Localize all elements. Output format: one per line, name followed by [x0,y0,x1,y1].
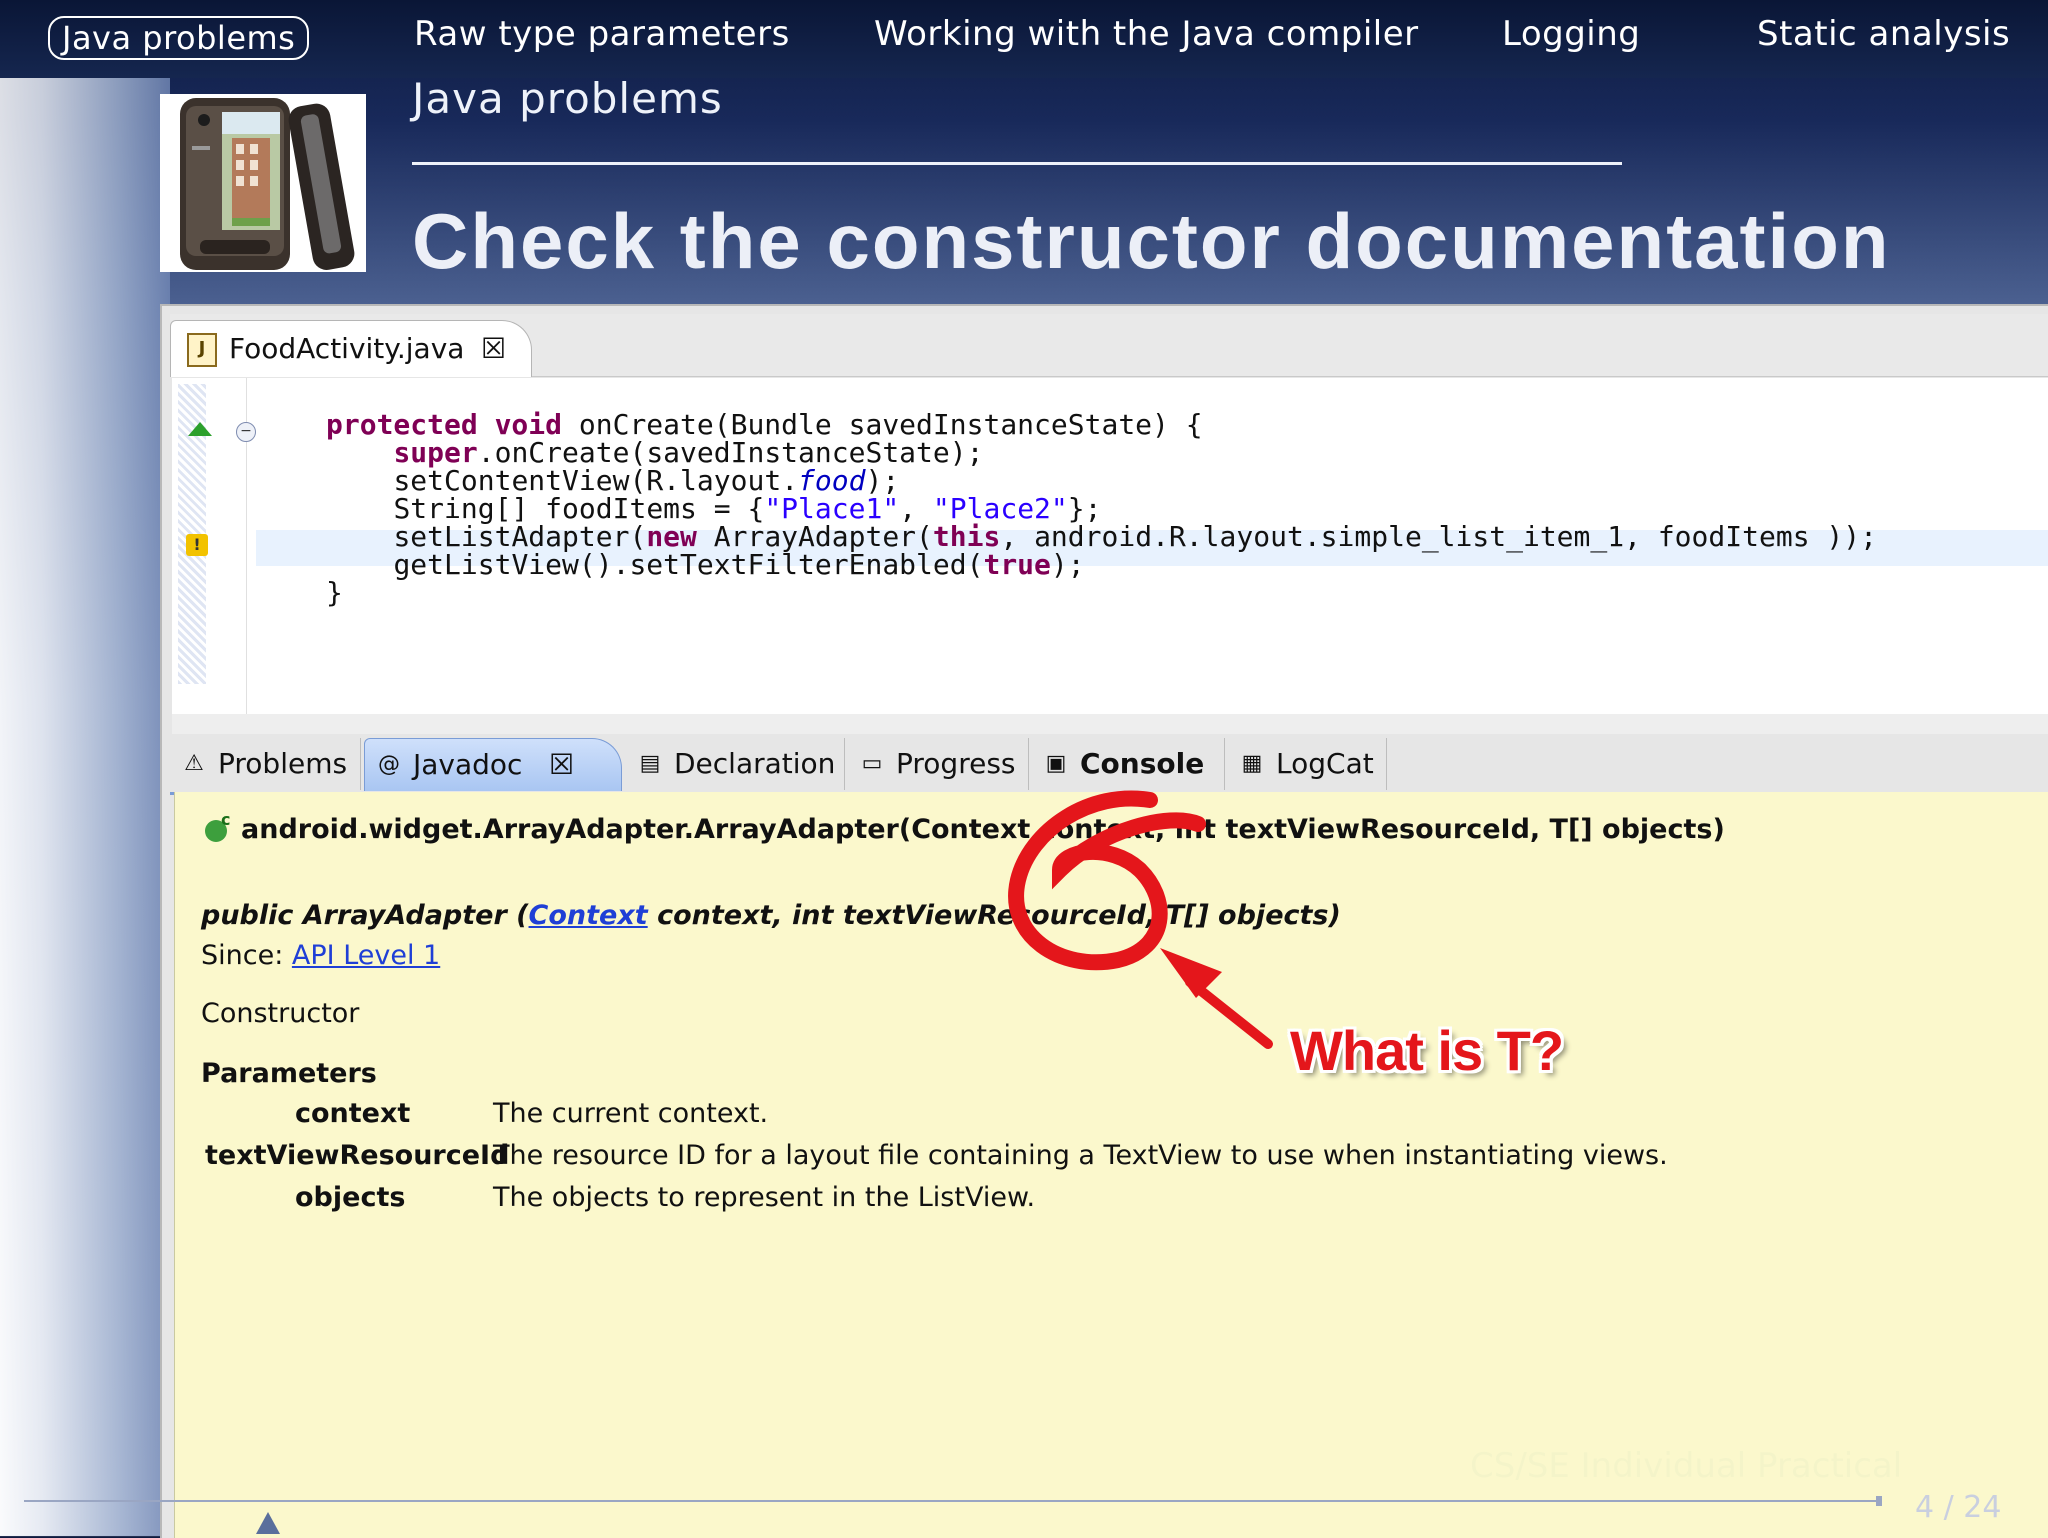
slide-title: Check the constructor documentation [412,197,1891,285]
nav-item-java-compiler[interactable]: Working with the Java compiler [874,14,1419,54]
code-editor[interactable]: − ! protected void onCreate(Bundle saved… [172,378,2048,718]
tab-foodactivity-java[interactable]: J FoodActivity.java ☒ [170,320,532,377]
tab-declaration[interactable]: ▤ Declaration [626,738,845,790]
footer-course-name: CS/SE Individual Practical [1470,1446,1903,1486]
nav-item-raw-type-parameters[interactable]: Raw type parameters [414,14,790,54]
param-description: The objects to represent in the ListView… [493,1182,1036,1213]
member-kind: Constructor [201,998,360,1029]
code-line: getListView().setTextFilterEnabled(true)… [393,548,1085,581]
javadoc-view: c android.widget.ArrayAdapter.ArrayAdapt… [174,792,2048,1538]
context-link[interactable]: Context [529,900,648,931]
left-gradient-band [0,0,170,1536]
footer-position-marker-icon [256,1512,280,1534]
param-description: The current context. [493,1098,769,1129]
tab-javadoc-label: Javadoc [413,748,523,781]
parameters-heading: Parameters [201,1058,377,1089]
tab-console[interactable]: ▣ Console [1032,738,1225,790]
tab-progress-label: Progress [896,747,1016,780]
footer-end-marker [1876,1496,1882,1506]
declaration-suffix: context, int textViewResourceId, T[] obj… [647,900,1341,931]
title-divider [412,162,1622,165]
declaration-icon: ▤ [639,751,661,776]
tab-javadoc[interactable]: @ Javadoc ☒ [364,738,622,791]
console-icon: ▣ [1045,751,1067,776]
footer-page-number: 4 / 24 [1915,1490,2002,1525]
javadoc-declaration: public ArrayAdapter (Context context, in… [201,900,1341,931]
since-line: Since: API Level 1 [201,940,440,971]
param-name: textViewResourceId [205,1140,510,1171]
eclipse-window: J FoodActivity.java ☒ − ! protected void… [160,304,2048,1538]
annotation-label: What is T? [1290,1019,1564,1082]
tab-problems-label: Problems [218,747,348,780]
close-icon[interactable]: ☒ [549,739,574,791]
javadoc-icon: @ [378,752,400,777]
progress-icon: ▭ [861,751,883,776]
tab-declaration-label: Declaration [674,747,836,780]
nav-item-static-analysis[interactable]: Static analysis [1757,14,2010,54]
panel-tab-bar: ⚠ Problems @ Javadoc ☒ ▤ Declaration ▭ P… [170,734,2048,795]
tab-problems[interactable]: ⚠ Problems [170,738,361,790]
constructor-icon: c [205,810,230,842]
collapse-icon[interactable]: − [236,422,256,442]
editor-tab-bar: J FoodActivity.java ☒ [170,314,2048,377]
tab-progress[interactable]: ▭ Progress [848,738,1029,790]
declaration-prefix: public ArrayAdapter ( [201,900,529,931]
code-line: } [326,576,343,609]
logcat-icon: ▦ [1241,751,1263,776]
tab-logcat-label: LogCat [1276,747,1374,780]
override-marker-icon [188,422,212,436]
editor-tab-label: FoodActivity.java [229,332,465,365]
param-name: objects [295,1182,406,1213]
javadoc-signature: android.widget.ArrayAdapter.ArrayAdapter… [241,814,1725,845]
since-label: Since: [201,940,292,971]
nav-item-logging[interactable]: Logging [1502,14,1640,54]
param-description: The resource ID for a layout file contai… [493,1140,1668,1171]
api-level-link[interactable]: API Level 1 [292,940,440,971]
warning-icon[interactable]: ! [186,534,208,556]
close-icon[interactable]: ☒ [481,321,506,377]
nav-item-java-problems[interactable]: Java problems [48,16,310,60]
android-phone-image [160,94,366,272]
section-subtitle: Java problems [412,74,723,123]
tab-console-label: Console [1080,747,1205,780]
tab-logcat[interactable]: ▦ LogCat [1228,738,1387,790]
java-file-icon: J [187,333,217,367]
param-name: context [295,1098,411,1129]
problems-icon: ⚠ [184,751,204,776]
footer-progress-line [24,1500,1882,1502]
